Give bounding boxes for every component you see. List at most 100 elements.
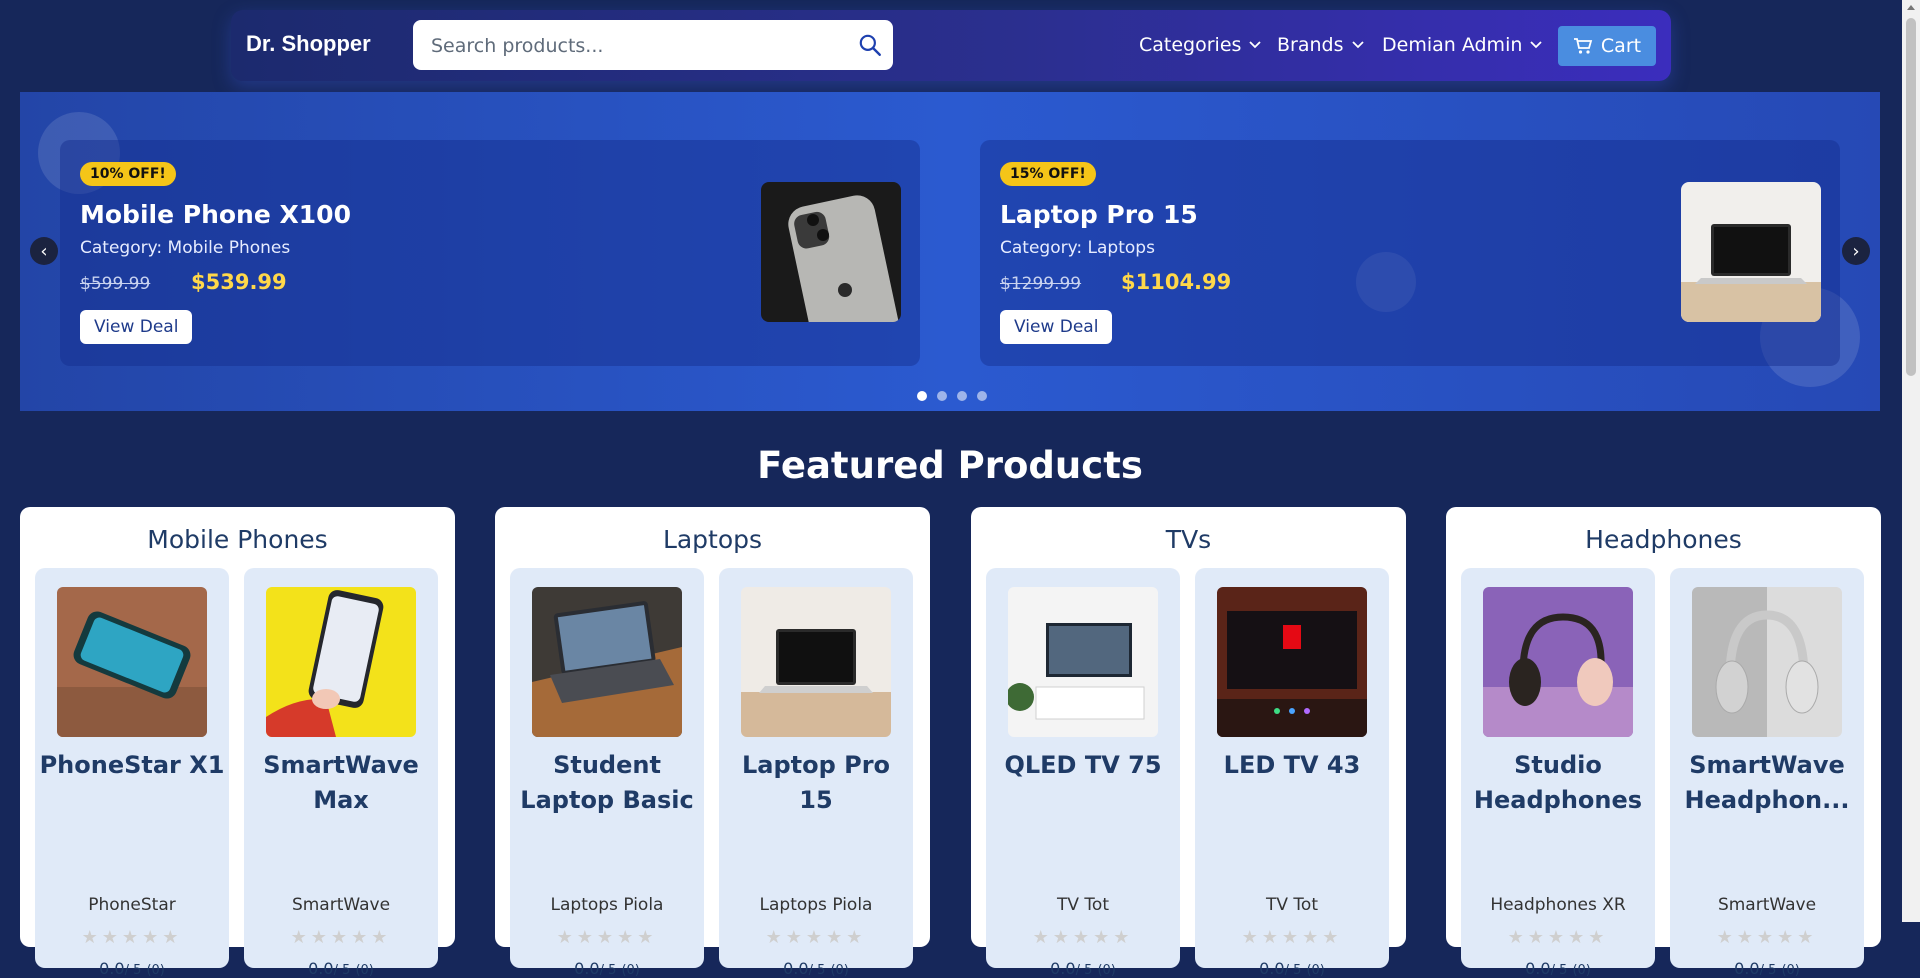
rating-summary: 0.0/ 5 (0) [244,959,438,978]
category-title[interactable]: Mobile Phones [20,525,455,554]
product-image[interactable] [1483,587,1633,737]
rating-summary: 0.0/ 5 (0) [510,959,704,978]
discount-badge: 10% OFF! [80,162,176,186]
carousel-prev-button[interactable]: ‹ [30,237,58,265]
deal-image-laptop[interactable] [1681,182,1821,322]
rating-value: 0.0 [783,959,809,978]
review-count: (0) [1306,963,1325,978]
product-name[interactable]: Studio Headphones [1465,748,1651,818]
product-image[interactable] [1692,587,1842,737]
carousel-next-button[interactable]: › [1842,237,1870,265]
product-brand: Laptops Piola [759,895,873,915]
category-title[interactable]: TVs [971,525,1406,554]
cart-icon [1573,38,1593,54]
review-count: (0) [355,963,374,978]
carousel-dot[interactable] [977,391,987,401]
rating-max: / 5 [1284,963,1302,978]
sale-price: $539.99 [191,270,287,294]
product-image[interactable] [741,587,891,737]
product-image[interactable] [532,587,682,737]
rating-stars: ★★★★★ [81,927,183,948]
search-input[interactable] [429,30,833,62]
page-scrollbar[interactable] [1902,0,1920,922]
view-deal-button[interactable]: View Deal [80,310,193,344]
rating-max: / 5 [1075,963,1093,978]
carousel-dot[interactable] [957,391,967,401]
product-image[interactable] [266,587,416,737]
product-name[interactable]: Student Laptop Basic [514,748,700,818]
product-name[interactable]: SmartWave Max [248,748,434,818]
chevron-left-icon: ‹ [40,240,48,262]
product-card[interactable]: QLED TV 75 TV Tot ★★★★★ 0.0/ 5 (0) [986,568,1180,978]
brands-label: Brands [1277,34,1344,56]
review-count: (0) [621,963,640,978]
product-name[interactable]: LED TV 43 [1199,748,1385,783]
section-title: Featured Products [757,444,1143,487]
rating-max: / 5 [1759,963,1777,978]
brand-logo[interactable]: Dr. Shopper [246,31,371,57]
cart-button[interactable]: Cart [1558,26,1656,66]
search-icon[interactable] [857,32,883,58]
rating-max: / 5 [1550,963,1568,978]
rating-stars: ★★★★★ [1241,927,1343,948]
old-price: $599.99 [80,274,151,294]
rating-value: 0.0 [1259,959,1285,978]
old-price: $1299.99 [1000,274,1082,294]
rating-stars: ★★★★★ [1716,927,1818,948]
carousel-indicators [917,391,987,401]
category-title[interactable]: Laptops [495,525,930,554]
rating-value: 0.0 [1525,959,1551,978]
scrollbar-thumb[interactable] [1906,18,1916,376]
product-brand: Laptops Piola [550,895,664,915]
product-image[interactable] [57,587,207,737]
product-card[interactable]: LED TV 43 TV Tot ★★★★★ 0.0/ 5 (0) [1195,568,1389,978]
scroll-up-icon[interactable] [1907,5,1915,10]
product-name[interactable]: PhoneStar X1 [39,748,225,783]
categories-label: Categories [1139,34,1242,56]
search-box [413,20,893,70]
review-count: (0) [1572,963,1591,978]
review-count: (0) [830,963,849,978]
rating-summary: 0.0/ 5 (0) [1670,959,1864,978]
deal-title: Laptop Pro 15 [1000,200,1198,229]
product-image[interactable] [1008,587,1158,737]
navbar: Dr. Shopper Categories Brands Demian Adm… [231,10,1671,81]
product-card[interactable]: Student Laptop Basic Laptops Piola ★★★★★… [510,568,704,978]
view-deal-button[interactable]: View Deal [1000,310,1113,344]
review-count: (0) [1097,963,1116,978]
chevron-down-icon [1249,41,1262,49]
product-name[interactable]: Laptop Pro 15 [723,748,909,818]
product-image[interactable] [1217,587,1367,737]
rating-stars: ★★★★★ [556,927,658,948]
product-card[interactable]: SmartWave Headphon... SmartWave ★★★★★ 0.… [1670,568,1864,978]
rating-value: 0.0 [1050,959,1076,978]
rating-summary: 0.0/ 5 (0) [719,959,913,978]
carousel-dot[interactable] [937,391,947,401]
rating-value: 0.0 [99,959,125,978]
category-card-mobile-phones: Mobile Phones PhoneStar X1 PhoneStar ★★★… [20,507,455,978]
category-card-laptops: Laptops Student Laptop Basic Laptops Pio… [495,507,930,978]
user-label: Demian Admin [1382,34,1523,56]
user-dropdown[interactable]: Demian Admin [1382,34,1543,56]
product-card[interactable]: Studio Headphones Headphones XR ★★★★★ 0.… [1461,568,1655,978]
sale-price: $1104.99 [1121,270,1232,294]
rating-max: / 5 [808,963,826,978]
rating-summary: 0.0/ 5 (0) [35,959,229,978]
brands-dropdown[interactable]: Brands [1277,34,1364,56]
product-card[interactable]: Laptop Pro 15 Laptops Piola ★★★★★ 0.0/ 5… [719,568,913,978]
product-name[interactable]: SmartWave Headphon... [1674,748,1860,818]
product-card[interactable]: SmartWave Max SmartWave ★★★★★ 0.0/ 5 (0) [244,568,438,978]
deal-category: Category: Mobile Phones [80,238,291,258]
product-name[interactable]: QLED TV 75 [990,748,1176,783]
product-card[interactable]: PhoneStar X1 PhoneStar ★★★★★ 0.0/ 5 (0) [35,568,229,978]
category-title[interactable]: Headphones [1446,525,1881,554]
category-card-headphones: Headphones Studio Headphones Headphones … [1446,507,1881,978]
discount-badge: 15% OFF! [1000,162,1096,186]
rating-stars: ★★★★★ [1032,927,1134,948]
deal-image-phone[interactable] [761,182,901,322]
chevron-right-icon: › [1852,240,1860,262]
carousel-dot[interactable] [917,391,927,401]
deals-carousel: 10% OFF! Mobile Phone X100 Category: Mob… [20,92,1880,411]
categories-dropdown[interactable]: Categories [1139,34,1262,56]
rating-summary: 0.0/ 5 (0) [986,959,1180,978]
